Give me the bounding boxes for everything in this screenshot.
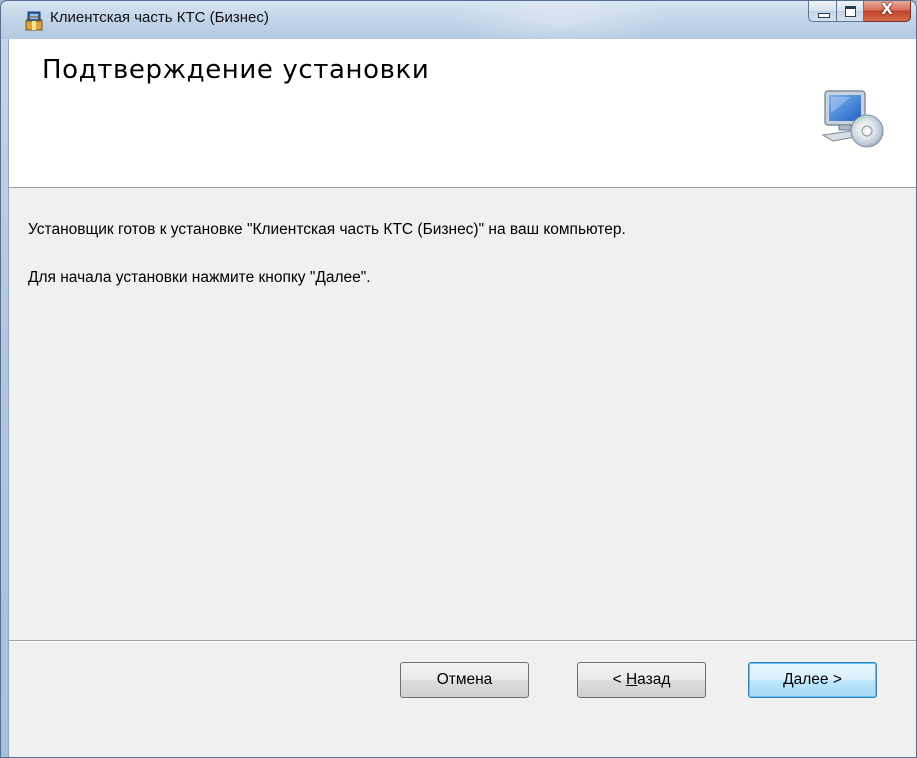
back-arrow: < [612, 671, 626, 688]
dialog-client-area: Подтверждение установки Установщик готов… [8, 39, 916, 757]
maximize-icon [845, 6, 856, 17]
next-button-label: Далее > [783, 671, 842, 688]
cancel-button[interactable]: Отмена [400, 662, 529, 698]
installer-window: Клиентская часть КТС (Бизнес) X Подтверж… [0, 0, 917, 758]
ready-message: Установщик готов к установке "Клиентская… [28, 221, 626, 238]
next-button[interactable]: Далее > [748, 662, 877, 698]
window-title: Клиентская часть КТС (Бизнес) [50, 9, 269, 26]
bottom-separator [9, 640, 916, 642]
page-title: Подтверждение установки [42, 55, 430, 85]
maximize-button[interactable] [837, 1, 864, 22]
minimize-icon [818, 13, 830, 18]
title-bar[interactable]: Клиентская часть КТС (Бизнес) X [1, 0, 916, 39]
header-banner: Подтверждение установки [9, 39, 916, 188]
installer-package-icon[interactable] [25, 11, 43, 31]
back-label-rest: азад [637, 671, 671, 688]
cancel-button-label: Отмена [436, 671, 493, 688]
minimize-button[interactable] [808, 1, 837, 22]
close-icon: X [881, 0, 893, 18]
instruction-message: Для начала установки нажмите кнопку "Дал… [28, 269, 371, 286]
back-mnemonic: Н [625, 671, 638, 688]
back-button-label: < Назад [613, 671, 671, 689]
close-button[interactable]: X [864, 0, 911, 22]
caption-buttons: X [808, 0, 911, 23]
computer-with-cd-icon [821, 90, 884, 148]
back-button[interactable]: < Назад [577, 662, 706, 698]
